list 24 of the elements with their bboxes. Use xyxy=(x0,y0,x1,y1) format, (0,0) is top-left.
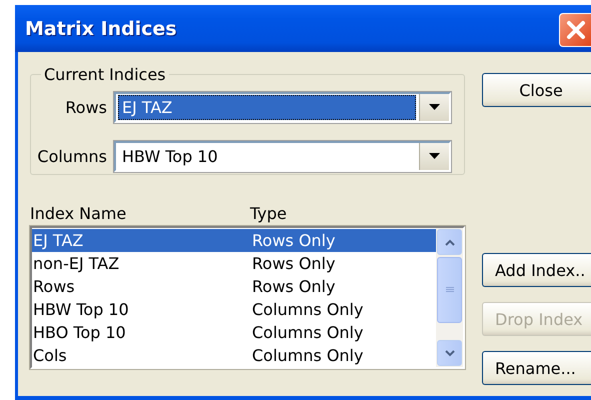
rename-button[interactable]: Rename... xyxy=(482,351,591,385)
dropdown[interactable]: EJ TAZ xyxy=(114,92,451,123)
column-header: Type xyxy=(250,204,288,223)
scroll-down-icon[interactable] xyxy=(437,340,462,366)
group-label: Current Indices xyxy=(43,65,167,84)
scrollbar[interactable] xyxy=(436,228,463,367)
field-label: Rows xyxy=(64,98,107,117)
window-title: Matrix Indices xyxy=(25,18,177,40)
add-button[interactable]: Add Index.. xyxy=(482,253,591,287)
close-icon[interactable] xyxy=(559,12,591,46)
close-button[interactable]: Close xyxy=(482,73,591,107)
scroll-thumb[interactable] xyxy=(437,257,462,323)
list-row[interactable]: Cols Columns Only xyxy=(32,344,436,367)
dropdown-arrow-icon[interactable] xyxy=(429,153,440,160)
list-row[interactable]: HBO Top 10 Columns Only xyxy=(32,321,436,344)
dropdown[interactable]: HBW Top 10 xyxy=(114,141,451,172)
list-row[interactable]: HBW Top 10 Columns Only xyxy=(32,298,436,321)
column-header: Index Name xyxy=(30,204,128,223)
list-row[interactable]: EJ TAZ Rows Only xyxy=(32,229,436,252)
field-label: Columns xyxy=(36,147,107,166)
dropdown-arrow-icon[interactable] xyxy=(429,104,440,111)
list-row[interactable]: Rows Rows Only xyxy=(32,275,436,298)
list-row[interactable]: non-EJ TAZ Rows Only xyxy=(32,252,436,275)
scroll-up-icon[interactable] xyxy=(437,229,462,255)
